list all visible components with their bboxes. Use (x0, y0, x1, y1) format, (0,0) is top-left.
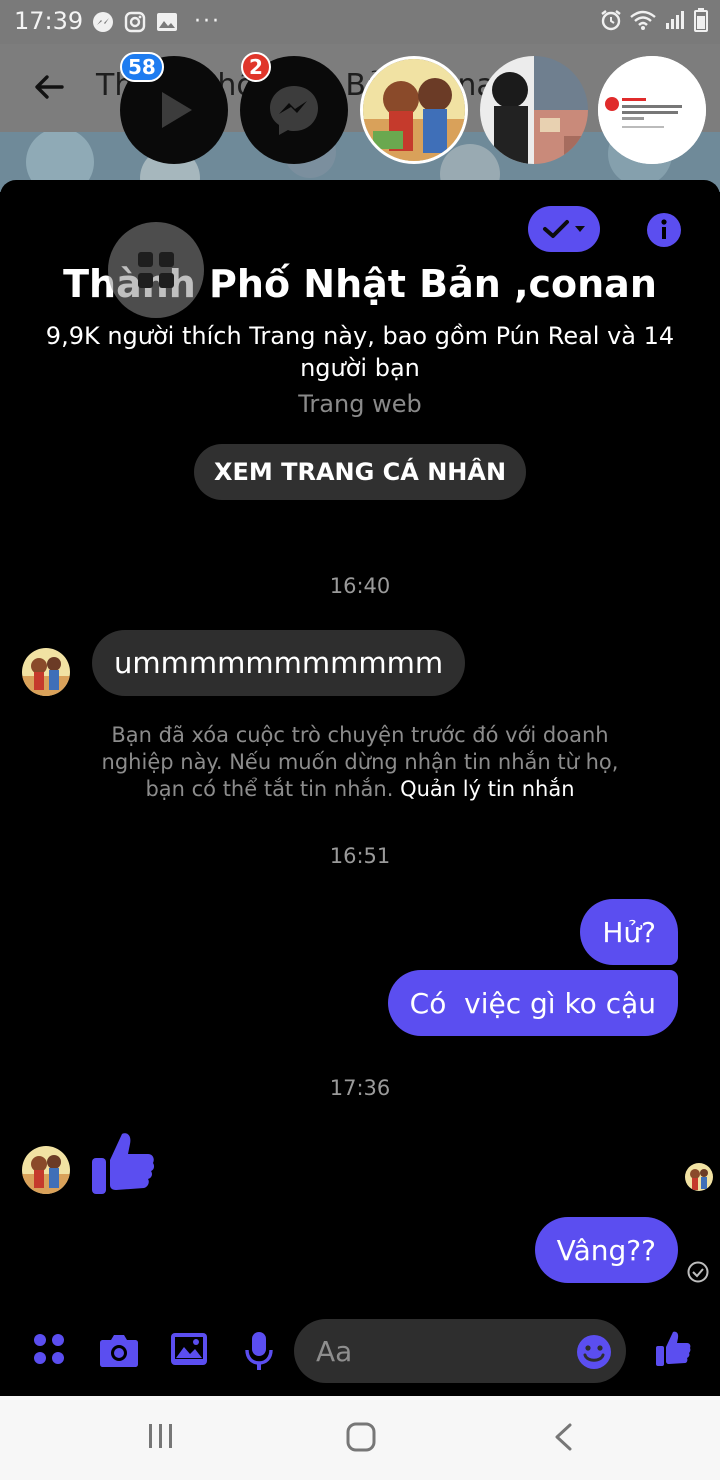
timestamp: 16:40 (329, 574, 391, 598)
play-icon (162, 92, 192, 128)
check-icon (543, 220, 569, 238)
status-bar: 17:39 ··· (0, 0, 720, 44)
chat-head-user-2[interactable] (480, 56, 588, 164)
messenger-notification-icon (93, 11, 113, 32)
outgoing-message[interactable]: Có việc gì ko cậu (387, 970, 678, 1036)
chat-heads-menu-bubble[interactable] (108, 222, 204, 318)
thumbs-up-sticker-icon[interactable] (90, 1130, 156, 1196)
messenger-chat-screen: 17:39 ··· Thành Phố Nhật Bản ,conan 58 2 (0, 0, 720, 1480)
emoji-icon[interactable] (576, 1334, 612, 1370)
back-nav-icon[interactable] (552, 1422, 574, 1452)
status-time: 17:39 (14, 7, 84, 35)
camera-icon[interactable] (99, 1332, 139, 1368)
instagram-notification-icon (124, 11, 146, 32)
delivered-check-icon (687, 1261, 709, 1283)
outgoing-message[interactable]: Vâng?? (534, 1217, 678, 1283)
alarm-icon (601, 10, 621, 31)
view-profile-button[interactable]: XEM TRANG CÁ NHÂN (194, 444, 526, 500)
messenger-icon (270, 86, 318, 135)
chat-head-badge-messenger: 2 (241, 52, 271, 82)
page-category: Trang web (298, 390, 422, 418)
wifi-icon (630, 10, 656, 30)
incoming-message[interactable]: ummmmmmmmmmm (92, 630, 466, 696)
system-icons (600, 8, 708, 32)
signal-icon (666, 11, 684, 29)
notification-icons: ··· (92, 9, 221, 34)
mark-seen-dropdown[interactable] (528, 206, 600, 252)
microphone-icon[interactable] (245, 1330, 273, 1372)
page-likes-text: 9,9K người thích Trang này, bao gồm Pún … (45, 322, 675, 382)
home-icon[interactable] (346, 1422, 376, 1452)
android-nav-bar (0, 1396, 720, 1480)
sender-avatar[interactable] (22, 648, 70, 696)
chat-head-user-3[interactable] (598, 56, 706, 164)
battery-icon (694, 8, 708, 32)
more-actions-icon[interactable] (32, 1332, 66, 1366)
thumbs-up-send-icon[interactable] (655, 1330, 691, 1368)
chat-head-badge-video: 58 (120, 52, 164, 82)
gallery-notification-icon (157, 12, 177, 31)
timestamp: 16:51 (329, 844, 391, 868)
chat-head-conan-avatar[interactable] (360, 56, 468, 164)
gallery-icon[interactable] (170, 1332, 208, 1366)
caret-down-icon (575, 226, 585, 232)
sender-avatar[interactable] (22, 1146, 70, 1194)
system-notice: Bạn đã xóa cuộc trò chuyện trước đó với … (80, 722, 640, 803)
seen-by-avatar (685, 1163, 713, 1191)
message-composer (0, 1310, 720, 1396)
timestamp: 17:36 (329, 1076, 391, 1100)
info-icon[interactable] (646, 212, 682, 248)
manage-messages-link[interactable]: Quản lý tin nhắn (400, 777, 574, 801)
recent-apps-icon[interactable] (146, 1422, 176, 1450)
outgoing-message[interactable]: Hử? (580, 899, 678, 965)
grid-icon (138, 252, 174, 288)
more-notifications-icon: ··· (194, 9, 221, 34)
back-arrow-icon[interactable] (34, 72, 64, 102)
